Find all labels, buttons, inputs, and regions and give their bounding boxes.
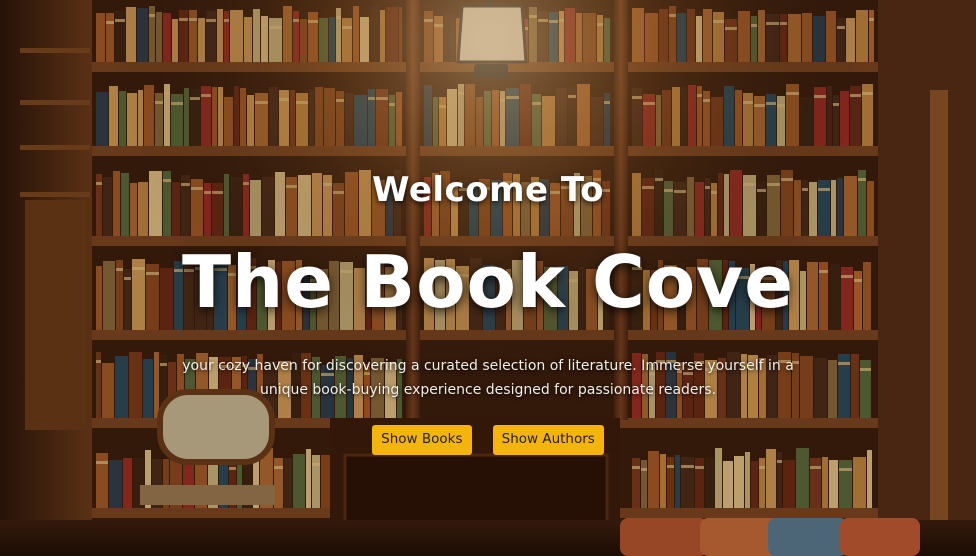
store-tagline: your cozy haven for discovering a curate… — [182, 358, 794, 398]
hero-content: Welcome To The Book Cove your cozy haven… — [0, 0, 976, 556]
welcome-heading: Welcome To — [372, 170, 604, 210]
store-title: The Book Cove — [181, 240, 795, 324]
show-books-button[interactable]: Show Books — [372, 425, 472, 455]
hero-buttons: Show Books Show Authors — [0, 425, 976, 455]
hero-section: Welcome To The Book Cove your cozy haven… — [0, 0, 976, 556]
show-authors-button[interactable]: Show Authors — [492, 425, 604, 455]
